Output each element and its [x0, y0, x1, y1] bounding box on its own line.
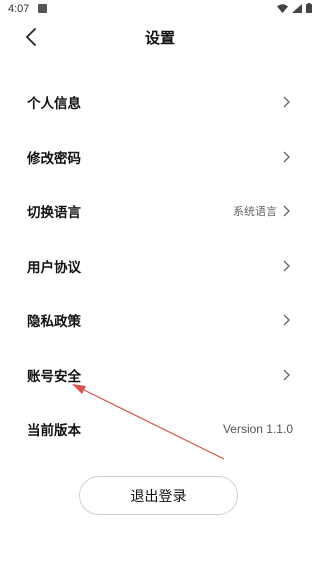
language-value: 系统语言: [233, 205, 277, 219]
settings-list: 个人信息 修改密码 切换语言 系统语言 用户协议 隐私政策 账号安全 当前版本 …: [0, 75, 320, 457]
chevron-right-icon: [283, 151, 290, 163]
status-indicators: [277, 3, 312, 13]
settings-item-privacy-policy[interactable]: 隐私政策: [0, 293, 320, 348]
chevron-right-icon: [283, 314, 290, 326]
version-value: Version 1.1.0: [222, 422, 293, 437]
chevron-right-icon: [283, 96, 290, 108]
settings-item-user-agreement[interactable]: 用户协议: [0, 239, 320, 294]
settings-item-change-password[interactable]: 修改密码: [0, 130, 320, 185]
settings-item-label: 隐私政策: [27, 314, 81, 331]
wifi-icon: [277, 3, 288, 13]
status-bar: 4:07: [0, 0, 320, 18]
chevron-right-icon: [283, 369, 290, 381]
battery-icon: [306, 3, 312, 13]
logout-button[interactable]: 退出登录: [79, 476, 238, 515]
settings-item-label: 账号安全: [27, 368, 81, 385]
page-title: 设置: [144, 29, 175, 47]
settings-item-personal-info[interactable]: 个人信息: [0, 75, 320, 130]
settings-item-version: 当前版本 Version 1.1.0: [0, 402, 320, 457]
settings-item-label: 当前版本: [27, 423, 81, 440]
settings-item-language[interactable]: 切换语言 系统语言: [0, 184, 320, 239]
chevron-right-icon: [283, 205, 290, 217]
signal-icon: [292, 3, 302, 13]
status-time: 4:07: [8, 3, 30, 15]
settings-item-label: 个人信息: [27, 96, 81, 113]
image-notification-icon: [38, 4, 47, 13]
settings-item-label: 修改密码: [27, 150, 81, 167]
chevron-right-icon: [283, 260, 290, 272]
settings-item-label: 切换语言: [27, 205, 81, 222]
settings-item-account-security[interactable]: 账号安全: [0, 348, 320, 403]
settings-item-label: 用户协议: [27, 259, 81, 276]
header: 设置: [0, 18, 320, 56]
